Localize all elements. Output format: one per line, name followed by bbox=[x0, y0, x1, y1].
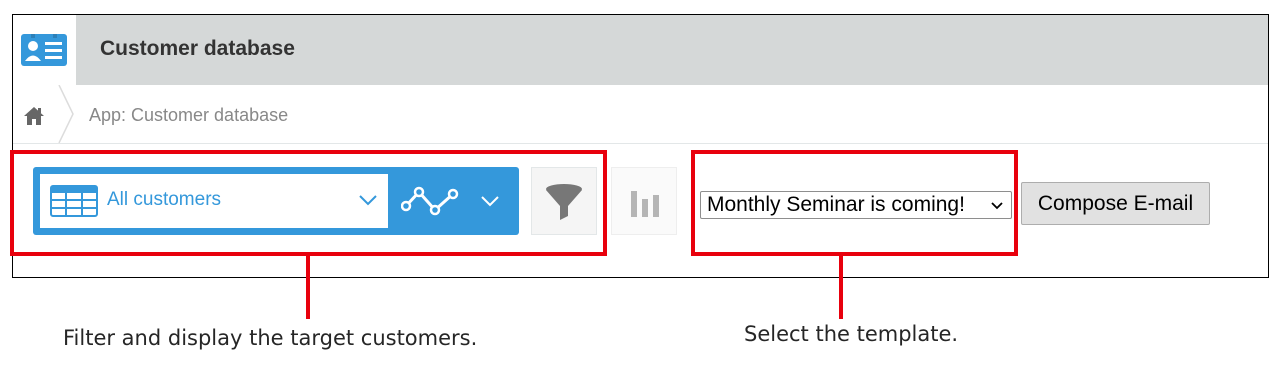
callout-line-template bbox=[839, 256, 843, 319]
template-selected-value: Monthly Seminar is coming! bbox=[707, 193, 965, 216]
title-bar: Customer database bbox=[13, 15, 1268, 85]
chevron-down-icon bbox=[359, 195, 377, 206]
contact-card-icon bbox=[21, 34, 67, 66]
breadcrumb-separator-icon bbox=[58, 85, 74, 143]
breadcrumb-item-app[interactable]: App: Customer database bbox=[89, 105, 288, 126]
title-area: Customer database bbox=[76, 15, 1268, 85]
annotation-template: Select the template. bbox=[744, 322, 959, 346]
view-selector: All customers bbox=[33, 167, 519, 235]
graph-chevron-down-icon[interactable] bbox=[480, 194, 500, 208]
line-graph-icon[interactable] bbox=[401, 184, 459, 218]
app-title: Customer database bbox=[100, 37, 295, 60]
graph-button[interactable] bbox=[611, 167, 677, 235]
callout-line-filter bbox=[306, 256, 310, 319]
bar-chart-icon bbox=[631, 191, 659, 217]
home-icon[interactable] bbox=[23, 105, 45, 127]
annotation-filter: Filter and display the target customers. bbox=[63, 326, 478, 350]
chevron-down-icon bbox=[991, 202, 1003, 210]
template-select[interactable]: Monthly Seminar is coming! bbox=[700, 191, 1012, 219]
filter-button[interactable] bbox=[531, 167, 597, 235]
toolbar: All customers Monthly Seminar is coming!… bbox=[13, 144, 1268, 277]
app-window: Customer database App: Customer database bbox=[12, 14, 1269, 278]
view-label: All customers bbox=[107, 189, 222, 210]
table-icon bbox=[50, 185, 98, 217]
funnel-icon bbox=[546, 184, 582, 220]
app-icon-container[interactable] bbox=[13, 15, 76, 85]
compose-email-button[interactable]: Compose E-mail bbox=[1021, 182, 1210, 225]
breadcrumb: App: Customer database bbox=[13, 85, 1268, 144]
view-dropdown[interactable]: All customers bbox=[40, 174, 388, 228]
